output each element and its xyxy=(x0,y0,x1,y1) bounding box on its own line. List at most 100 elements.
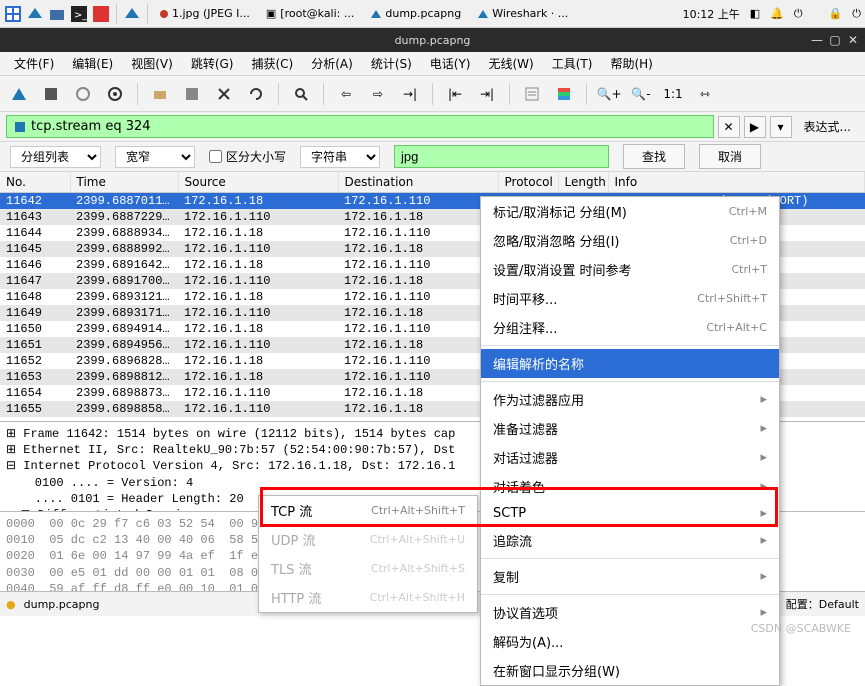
ctxmenu-item[interactable]: 对话着色▸ xyxy=(481,472,779,501)
filter-apply-button[interactable]: ▶ xyxy=(744,116,766,138)
dock-shark-icon[interactable] xyxy=(26,5,44,23)
ctxmenu-item[interactable]: 对话过滤器▸ xyxy=(481,443,779,472)
col-header[interactable]: Source xyxy=(178,172,338,193)
toolbar-zoomout-icon[interactable]: 🔍- xyxy=(628,81,654,107)
ctxmenu-item[interactable]: SCTP▸ xyxy=(481,501,779,526)
menu-3[interactable]: 跳转(G) xyxy=(183,52,242,75)
toolbar-zoom100-icon[interactable]: 1:1 xyxy=(660,81,686,107)
ctxmenu-item[interactable]: 时间平移...Ctrl+Shift+T xyxy=(481,284,779,313)
dock-wireshark-icon[interactable] xyxy=(123,5,141,23)
window-min-button[interactable]: — xyxy=(809,33,825,47)
menu-2[interactable]: 视图(V) xyxy=(123,52,181,75)
ctxmenu-item[interactable]: 设置/取消设置 时间参考Ctrl+T xyxy=(481,255,779,284)
find-width-select[interactable]: 宽窄 xyxy=(115,146,195,168)
dock-term-icon[interactable]: >_ xyxy=(70,5,88,23)
toolbar-back-icon[interactable]: ⇦ xyxy=(333,81,359,107)
tray-lock-icon[interactable]: 🔒 xyxy=(829,7,843,20)
status-warn-icon[interactable]: ● xyxy=(6,598,16,611)
ctxmenu-item[interactable]: 追踪流▸ xyxy=(481,526,779,555)
taskbar-app-2[interactable]: dump.pcapng xyxy=(364,5,467,22)
window-close-button[interactable]: ✕ xyxy=(845,33,861,47)
toolbar-goto-icon[interactable]: →| xyxy=(397,81,423,107)
toolbar-colorize-icon[interactable] xyxy=(551,81,577,107)
toolbar-zoomin-icon[interactable]: 🔍+ xyxy=(596,81,622,107)
window-max-button[interactable]: ▢ xyxy=(827,33,843,47)
ctxmenu-item[interactable]: 在新窗口显示分组(W) xyxy=(481,656,779,685)
menu-0[interactable]: 文件(F) xyxy=(6,52,62,75)
app-launcher-icon[interactable] xyxy=(4,5,22,23)
menu-7[interactable]: 电话(Y) xyxy=(422,52,479,75)
expression-button[interactable]: 表达式... xyxy=(796,116,859,137)
display-filter-input[interactable]: tcp.stream eq 324 xyxy=(6,115,714,138)
toolbar-resize-icon[interactable]: ⇿ xyxy=(692,81,718,107)
col-header[interactable]: Time xyxy=(70,172,178,193)
taskbar-clock: 10:12 上午 xyxy=(683,6,740,22)
toolbar-restart-icon[interactable] xyxy=(70,81,96,107)
window-titlebar: dump.pcapng — ▢ ✕ xyxy=(0,28,865,52)
find-type-select[interactable]: 字符串 xyxy=(300,146,380,168)
status-profile[interactable]: 配置：Default xyxy=(786,596,859,612)
toolbar-shark-icon[interactable] xyxy=(6,81,32,107)
ctxmenu-item[interactable]: 作为过滤器应用▸ xyxy=(481,385,779,414)
filter-clear-button[interactable]: ✕ xyxy=(718,116,740,138)
toolbar-close-icon[interactable] xyxy=(211,81,237,107)
filter-dropdown-button[interactable]: ▾ xyxy=(770,116,792,138)
main-toolbar: ⇦ ⇨ →| |⇤ ⇥| 🔍+ 🔍- 1:1 ⇿ xyxy=(0,76,865,112)
toolbar-find-icon[interactable] xyxy=(288,81,314,107)
toolbar-first-icon[interactable]: |⇤ xyxy=(442,81,468,107)
os-taskbar: >_ 1.jpg (JPEG I... ▣[root@kali: ... dum… xyxy=(0,0,865,28)
submenu-item[interactable]: TCP 流Ctrl+Alt+Shift+T xyxy=(259,496,477,525)
svg-text:>_: >_ xyxy=(74,10,87,21)
find-scope-select[interactable]: 分组列表 xyxy=(10,146,101,168)
toolbar-stop-icon[interactable] xyxy=(38,81,64,107)
col-header[interactable]: Info xyxy=(608,172,865,193)
menu-5[interactable]: 分析(A) xyxy=(303,52,361,75)
menu-6[interactable]: 统计(S) xyxy=(363,52,420,75)
col-header[interactable]: Length xyxy=(558,172,608,193)
ctxmenu-item[interactable]: 标记/取消标记 分组(M)Ctrl+M xyxy=(481,197,779,226)
toolbar-reload-icon[interactable] xyxy=(243,81,269,107)
find-button[interactable]: 查找 xyxy=(623,144,685,169)
find-bar: 分组列表 宽窄 区分大小写 字符串 查找 取消 xyxy=(0,142,865,172)
menu-4[interactable]: 捕获(C) xyxy=(243,52,301,75)
case-sensitive-checkbox[interactable]: 区分大小写 xyxy=(209,148,286,165)
col-header[interactable]: Protocol xyxy=(498,172,558,193)
dock-files-icon[interactable] xyxy=(48,5,66,23)
ctxmenu-item[interactable]: 复制▸ xyxy=(481,562,779,591)
toolbar-fwd-icon[interactable]: ⇨ xyxy=(365,81,391,107)
ctxmenu-item[interactable]: 忽略/取消忽略 分组(I)Ctrl+D xyxy=(481,226,779,255)
window-title: dump.pcapng xyxy=(395,34,471,47)
menu-1[interactable]: 编辑(E) xyxy=(64,52,121,75)
dock-kali-icon[interactable] xyxy=(92,5,110,23)
toolbar-autoscroll-icon[interactable] xyxy=(519,81,545,107)
tray-bell-icon[interactable]: 🔔 xyxy=(770,7,784,20)
ctxmenu-item[interactable]: 协议首选项▸ xyxy=(481,598,779,627)
ctxmenu-item[interactable]: 解码为(A)... xyxy=(481,627,779,656)
cancel-button[interactable]: 取消 xyxy=(699,144,761,169)
col-header[interactable]: No. xyxy=(0,172,70,193)
menu-10[interactable]: 帮助(H) xyxy=(602,52,660,75)
find-input[interactable] xyxy=(394,145,609,168)
tray-monitor-icon[interactable]: ◧ xyxy=(750,7,760,20)
tray-power-icon[interactable]: ⏻ xyxy=(794,7,803,21)
taskbar-app-1[interactable]: ▣[root@kali: ... xyxy=(260,5,360,22)
taskbar-app-3[interactable]: Wireshark · ... xyxy=(471,5,574,22)
taskbar-tray: 10:12 上午 ◧ 🔔 ⏻ 🔒 ⏻ xyxy=(683,6,861,22)
toolbar-save-icon[interactable] xyxy=(179,81,205,107)
menu-8[interactable]: 无线(W) xyxy=(481,52,542,75)
ctxmenu-item[interactable]: 分组注释...Ctrl+Alt+C xyxy=(481,313,779,342)
ctxmenu-item[interactable]: 准备过滤器▸ xyxy=(481,414,779,443)
col-header[interactable]: Destination xyxy=(338,172,498,193)
tray-shutdown-icon[interactable]: ⏻ xyxy=(852,7,861,21)
follow-stream-submenu[interactable]: TCP 流Ctrl+Alt+Shift+TUDP 流Ctrl+Alt+Shift… xyxy=(258,495,478,613)
submenu-item: TLS 流Ctrl+Alt+Shift+S xyxy=(259,554,477,583)
watermark: CSDN @SCABWKE xyxy=(751,622,851,635)
toolbar-last-icon[interactable]: ⇥| xyxy=(474,81,500,107)
context-menu[interactable]: 标记/取消标记 分组(M)Ctrl+M忽略/取消忽略 分组(I)Ctrl+D设置… xyxy=(480,196,780,686)
toolbar-options-icon[interactable] xyxy=(102,81,128,107)
menu-9[interactable]: 工具(T) xyxy=(544,52,601,75)
toolbar-open-icon[interactable] xyxy=(147,81,173,107)
submenu-item: HTTP 流Ctrl+Alt+Shift+H xyxy=(259,583,477,612)
ctxmenu-item[interactable]: 编辑解析的名称 xyxy=(481,349,779,378)
taskbar-app-0[interactable]: 1.jpg (JPEG I... xyxy=(154,5,256,22)
